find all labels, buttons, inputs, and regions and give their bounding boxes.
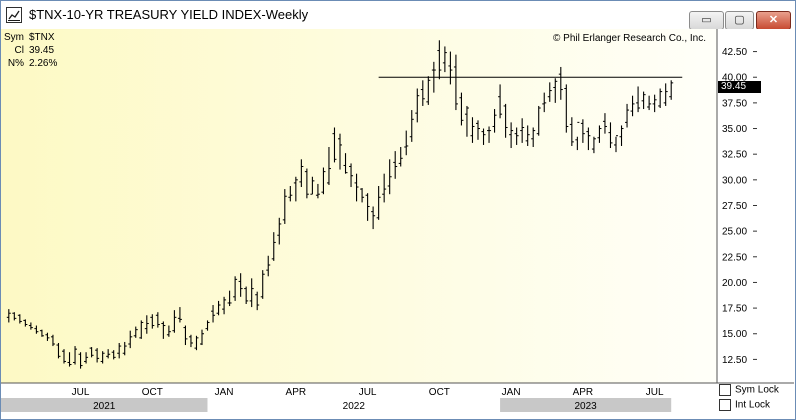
y-tick-label: 37.50: [722, 98, 747, 109]
year-label: 2021: [93, 401, 116, 412]
x-axis: JUL OCT JAN APR JUL OCT JAN APR JUL: [72, 387, 664, 398]
y-tick-label: 30.00: [722, 175, 747, 186]
int-lock-label: Int Lock: [735, 399, 771, 411]
x-tick-label: JAN: [215, 387, 234, 398]
x-tick-label: OCT: [142, 387, 163, 398]
price-chart[interactable]: 12.50 15.00 17.50 20.00 22.50 25.00 27.50 30.00…: [0, 0, 796, 420]
x-tick-label: OCT: [429, 387, 450, 398]
pct-value: 2.26%: [29, 58, 58, 69]
x-tick-label: JAN: [502, 387, 521, 398]
y-tick-label: 25.00: [722, 227, 747, 238]
symbol-info: Sym $TNX Cl 39.45 N% 2.26%: [4, 32, 57, 71]
year-bands: 2021 2022 2023: [1, 398, 672, 412]
sym-lock-label: Sym Lock: [735, 384, 779, 396]
lock-options: Sym Lock Int Lock: [719, 384, 779, 414]
y-tick-label: 32.50: [722, 150, 747, 161]
last-value-badge: 39.45: [718, 81, 761, 93]
plot-background: [1, 29, 717, 383]
pct-row: N% 2.26%: [4, 58, 57, 71]
cl-row: Cl 39.45: [4, 45, 57, 58]
y-tick-label: 17.50: [722, 304, 747, 315]
cl-label: Cl: [14, 45, 24, 56]
sym-value: $TNX: [29, 32, 55, 43]
pct-label: N%: [7, 58, 24, 69]
x-tick-label: JUL: [72, 387, 90, 398]
year-label: 2022: [343, 401, 366, 412]
sym-lock-option[interactable]: Sym Lock: [719, 384, 779, 399]
int-lock-checkbox[interactable]: [719, 399, 731, 411]
sym-lock-checkbox[interactable]: [719, 384, 731, 396]
int-lock-option[interactable]: Int Lock: [719, 399, 779, 414]
y-tick-label: 42.50: [722, 47, 747, 58]
y-tick-label: 20.00: [722, 278, 747, 289]
sym-label: Sym: [4, 32, 24, 43]
sym-row: Sym $TNX: [4, 32, 57, 45]
x-tick-label: APR: [573, 387, 594, 398]
y-tick-label: 22.50: [722, 252, 747, 263]
x-tick-label: JUL: [359, 387, 377, 398]
x-tick-label: APR: [286, 387, 307, 398]
y-tick-label: 35.00: [722, 124, 747, 135]
copyright-notice: © Phil Erlanger Research Co., Inc.: [553, 33, 706, 44]
y-tick-label: 15.00: [722, 329, 747, 340]
y-tick-label: 27.50: [722, 201, 747, 212]
x-tick-label: JUL: [646, 387, 664, 398]
year-label: 2023: [575, 401, 598, 412]
y-tick-label: 12.50: [722, 355, 747, 366]
cl-value: 39.45: [29, 45, 55, 56]
